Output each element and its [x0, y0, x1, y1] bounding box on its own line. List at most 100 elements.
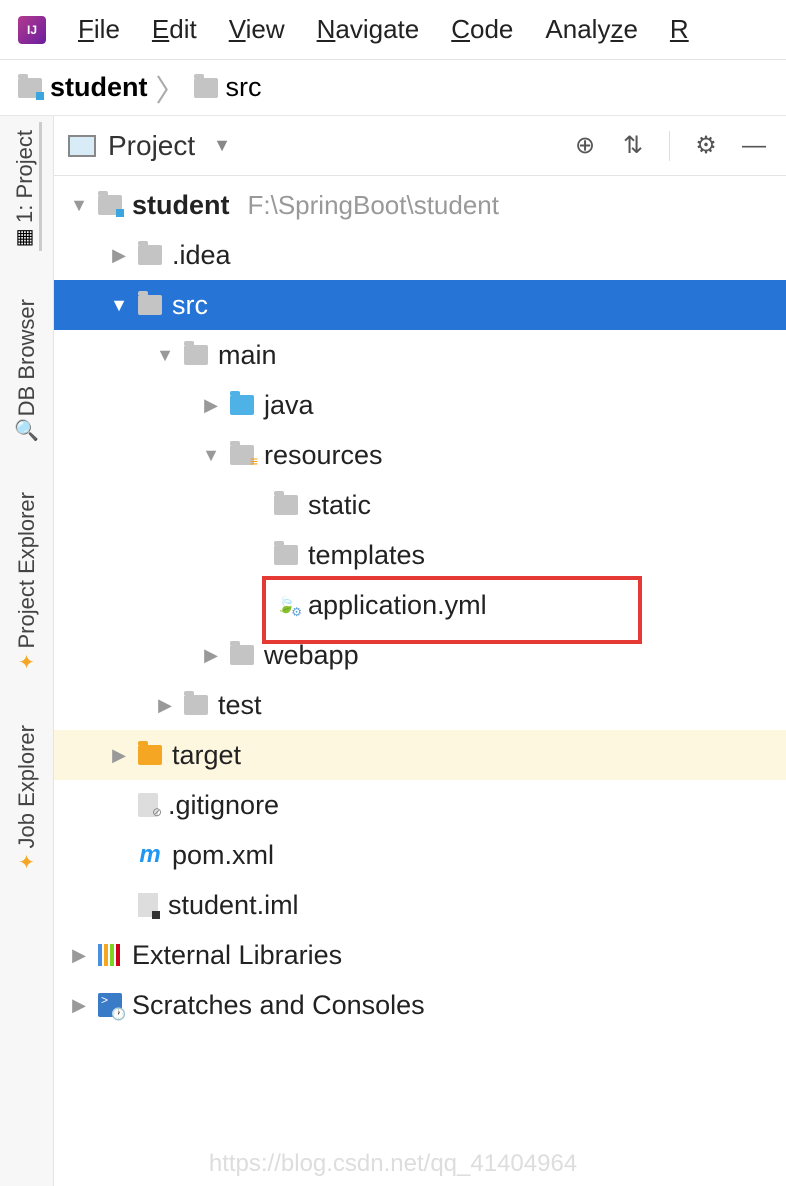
tree-test-label: test — [218, 690, 262, 721]
breadcrumb-root-label: student — [50, 72, 148, 103]
breadcrumb-root[interactable]: student — [18, 72, 148, 103]
tree-main-label: main — [218, 340, 277, 371]
maven-file-icon: m — [138, 843, 162, 867]
gitignore-file-icon — [138, 793, 158, 817]
rail-db-label: DB Browser — [14, 299, 40, 416]
libraries-icon — [98, 943, 122, 967]
breadcrumb-child[interactable]: src — [194, 72, 262, 103]
tree-templates-label: templates — [308, 540, 425, 571]
collapse-all-button[interactable]: ⇅ — [615, 128, 651, 164]
tree-appyml-label: application.yml — [308, 590, 487, 621]
rail-db-browser[interactable]: DB Browser 🔍 — [13, 291, 41, 444]
tree-idea[interactable]: ▶ .idea — [54, 230, 786, 280]
panel-title[interactable]: Project — [108, 130, 195, 162]
folder-icon — [184, 695, 208, 715]
expand-arrow-icon[interactable]: ▼ — [110, 295, 128, 316]
menu-file[interactable]: File — [78, 14, 120, 45]
tree-idea-label: .idea — [172, 240, 231, 271]
menu-refactor-cut[interactable]: R — [670, 14, 689, 45]
tree-src[interactable]: ▼ src — [54, 280, 786, 330]
expand-arrow-icon[interactable]: ▶ — [110, 745, 128, 766]
tree-static-label: static — [308, 490, 371, 521]
panel-header: Project ▼ ⊕ ⇅ ⚙ — — [54, 116, 786, 176]
tree-iml-label: student.iml — [168, 890, 299, 921]
tree-templates[interactable]: templates — [54, 530, 786, 580]
tree-scratches-label: Scratches and Consoles — [132, 990, 425, 1021]
tree-gitignore-label: .gitignore — [168, 790, 279, 821]
module-folder-icon — [98, 195, 122, 215]
locate-button[interactable]: ⊕ — [567, 128, 603, 164]
folder-icon — [194, 78, 218, 98]
folder-icon — [184, 345, 208, 365]
rail-project-label: 1: Project — [12, 130, 38, 223]
folder-icon — [274, 495, 298, 515]
rail-job-label: Job Explorer — [14, 725, 40, 849]
tree-webapp-label: webapp — [264, 640, 359, 671]
tree-scratches[interactable]: ▶ Scratches and Consoles — [54, 980, 786, 1030]
expand-arrow-icon[interactable]: ▶ — [70, 945, 88, 966]
rail-job-explorer[interactable]: Job Explorer ✦ — [13, 717, 41, 877]
tree-iml[interactable]: student.iml — [54, 880, 786, 930]
tree-main[interactable]: ▼ main — [54, 330, 786, 380]
tree-static[interactable]: static — [54, 480, 786, 530]
rail-project[interactable]: 1: Project ▦ — [11, 122, 42, 251]
expand-arrow-icon[interactable]: ▶ — [110, 245, 128, 266]
tree-root[interactable]: ▼ student F:\SpringBoot\student — [54, 180, 786, 230]
minimize-button[interactable]: — — [736, 128, 772, 164]
divider — [669, 131, 670, 161]
menu-navigate[interactable]: Navigate — [317, 14, 420, 45]
module-folder-icon — [18, 78, 42, 98]
tree-java[interactable]: ▶ java — [54, 380, 786, 430]
rail-explorer-label: Project Explorer — [14, 492, 40, 649]
explorer-icon: ✦ — [13, 649, 41, 677]
job-explorer-icon: ✦ — [13, 848, 41, 876]
tree-gitignore[interactable]: .gitignore — [54, 780, 786, 830]
expand-arrow-icon[interactable]: ▼ — [202, 445, 220, 466]
project-tree[interactable]: ▼ student F:\SpringBoot\student ▶ .idea … — [54, 176, 786, 1186]
chevron-down-icon[interactable]: ▼ — [213, 135, 231, 156]
tree-root-path: F:\SpringBoot\student — [248, 190, 499, 221]
expand-arrow-icon[interactable]: ▶ — [156, 695, 174, 716]
tree-src-label: src — [172, 290, 208, 321]
gear-icon[interactable]: ⚙ — [688, 128, 724, 164]
tree-target[interactable]: ▶ target — [54, 730, 786, 780]
expand-arrow-icon[interactable]: ▼ — [156, 345, 174, 366]
menu-analyze[interactable]: Analyze — [545, 14, 638, 45]
resources-folder-icon — [230, 445, 254, 465]
project-panel: Project ▼ ⊕ ⇅ ⚙ — ▼ student F:\SpringBoo… — [54, 116, 786, 1186]
breadcrumb-child-label: src — [226, 72, 262, 103]
expand-arrow-icon[interactable]: ▶ — [202, 645, 220, 666]
breadcrumb-separator-icon: 〉 — [156, 66, 186, 110]
tree-webapp[interactable]: ▶ webapp — [54, 630, 786, 680]
tree-application-yml[interactable]: application.yml — [54, 580, 786, 630]
folder-icon — [138, 245, 162, 265]
tree-external-libraries[interactable]: ▶ External Libraries — [54, 930, 786, 980]
tree-extlibs-label: External Libraries — [132, 940, 342, 971]
left-tool-rail: 1: Project ▦ DB Browser 🔍 Project Explor… — [0, 116, 54, 1186]
folder-icon — [274, 545, 298, 565]
watermark-text: https://blog.csdn.net/qq_41404964 — [209, 1150, 577, 1178]
expand-arrow-icon[interactable]: ▼ — [70, 195, 88, 216]
tree-test[interactable]: ▶ test — [54, 680, 786, 730]
rail-project-explorer[interactable]: Project Explorer ✦ — [13, 484, 41, 677]
folder-icon — [138, 295, 162, 315]
project-rail-icon: ▦ — [11, 223, 39, 251]
tree-resources[interactable]: ▼ resources — [54, 430, 786, 480]
scratches-icon — [98, 993, 122, 1017]
expand-arrow-icon[interactable]: ▶ — [202, 395, 220, 416]
expand-arrow-icon[interactable]: ▶ — [70, 995, 88, 1016]
menu-edit[interactable]: Edit — [152, 14, 197, 45]
excluded-folder-icon — [138, 745, 162, 765]
breadcrumb: student 〉 src — [0, 60, 786, 116]
menu-code[interactable]: Code — [451, 14, 513, 45]
tree-pom[interactable]: m pom.xml — [54, 830, 786, 880]
menu-bar: IJ File Edit View Navigate Code Analyze … — [0, 0, 786, 60]
menu-view[interactable]: View — [229, 14, 285, 45]
tree-pom-label: pom.xml — [172, 840, 274, 871]
intellij-app-icon: IJ — [18, 16, 46, 44]
tree-root-label: student — [132, 190, 230, 221]
spring-config-icon — [274, 593, 298, 617]
db-browser-icon: 🔍 — [13, 416, 41, 444]
tree-resources-label: resources — [264, 440, 383, 471]
tree-java-label: java — [264, 390, 314, 421]
